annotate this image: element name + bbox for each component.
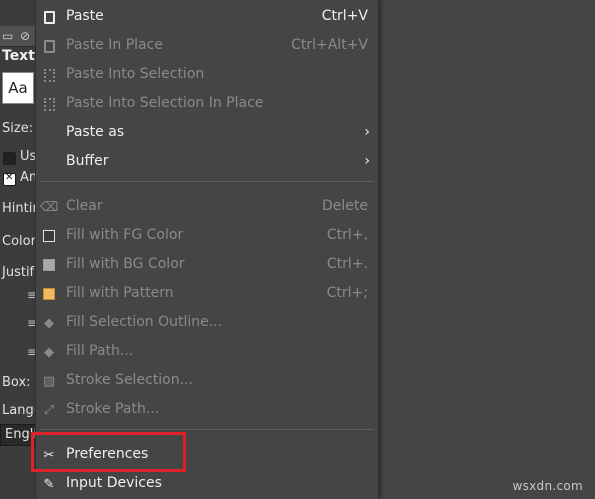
panel-tab-bar[interactable]: ▭ ⊘ <box>0 26 40 47</box>
panel-title: Text <box>2 48 35 64</box>
clipboard-icon <box>41 9 57 25</box>
fg-color-icon <box>41 228 57 244</box>
menu-item-shortcut: Delete <box>322 198 368 214</box>
tool-options-tab-icon[interactable]: ▭ <box>2 29 13 43</box>
menu-item-shortcut: Ctrl+Alt+V <box>291 37 368 53</box>
clipboard-icon <box>41 38 57 54</box>
menu-item-paste-in-place[interactable]: Paste In Place Ctrl+Alt+V <box>36 31 378 60</box>
device-status-tab-icon[interactable]: ⊘ <box>20 29 30 43</box>
menu-item-fill-path[interactable]: ◆ Fill Path... <box>36 337 378 366</box>
menu-item-clear[interactable]: ⌫ Clear Delete <box>36 192 378 221</box>
bucket-icon: ◆ <box>44 344 54 360</box>
menu-item-shortcut: Ctrl+V <box>321 8 368 24</box>
tool-options-panel: ▭ ⊘ Text Aa Size: Us An Hintin Color Jus… <box>0 0 42 499</box>
input-devices-icon: ✎ <box>43 476 55 492</box>
menu-item-fill-bg-color[interactable]: Fill with BG Color Ctrl+. <box>36 250 378 279</box>
stroke-selection-icon: ▨ <box>42 373 56 389</box>
menu-item-paste-into-selection-in-place[interactable]: Paste Into Selection In Place <box>36 89 378 118</box>
menu-item-fill-selection-outline[interactable]: ◆ Fill Selection Outline... <box>36 308 378 337</box>
menu-item-label: Fill with BG Color <box>66 256 185 272</box>
font-preview-button[interactable]: Aa <box>2 72 34 104</box>
menu-item-label: Input Devices <box>66 475 162 491</box>
bucket-icon: ◆ <box>44 315 54 331</box>
menu-item-shortcut: Ctrl+; <box>326 285 368 301</box>
menu-item-label: Clear <box>66 198 103 214</box>
erase-icon: ⌫ <box>39 199 59 215</box>
use-editor-label: Us <box>20 149 37 164</box>
menu-item-stroke-selection[interactable]: ▨ Stroke Selection... <box>36 366 378 395</box>
menu-item-paste-into-selection[interactable]: Paste Into Selection <box>36 60 378 89</box>
menu-item-fill-fg-color[interactable]: Fill with FG Color Ctrl+, <box>36 221 378 250</box>
stroke-path-icon: ⤢ <box>43 402 55 418</box>
menu-item-label: Stroke Selection... <box>66 372 193 388</box>
menu-item-label: Buffer <box>66 153 109 169</box>
menu-item-buffer[interactable]: Buffer › <box>36 147 378 176</box>
menu-item-label: Fill with Pattern <box>66 285 174 301</box>
menu-item-fill-pattern[interactable]: Fill with Pattern Ctrl+; <box>36 279 378 308</box>
menu-item-label: Fill Selection Outline... <box>66 314 223 330</box>
menu-item-label: Paste In Place <box>66 37 163 53</box>
menu-item-shortcut: Ctrl+. <box>326 256 368 272</box>
menu-item-label: Paste <box>66 8 104 24</box>
menu-item-input-devices[interactable]: ✎ Input Devices <box>36 469 378 498</box>
menu-item-label: Paste Into Selection In Place <box>66 95 264 111</box>
submenu-arrow-icon: › <box>364 153 370 169</box>
pattern-icon <box>41 286 57 302</box>
menu-separator <box>40 181 374 182</box>
color-label: Color <box>2 234 36 249</box>
menu-item-label: Fill with FG Color <box>66 227 184 243</box>
menu-item-stroke-path[interactable]: ⤢ Stroke Path... <box>36 395 378 424</box>
antialiasing-checkbox[interactable] <box>3 172 16 186</box>
menu-item-label: Stroke Path... <box>66 401 160 417</box>
menu-separator <box>40 429 374 430</box>
edit-context-menu: Paste Ctrl+V Paste In Place Ctrl+Alt+V P… <box>35 0 379 499</box>
preferences-highlight-annotation <box>31 432 186 472</box>
paste-selection-icon <box>41 96 57 112</box>
submenu-arrow-icon: › <box>364 124 370 140</box>
menu-item-paste-as[interactable]: Paste as › <box>36 118 378 147</box>
watermark: wsxdn.com <box>512 479 583 493</box>
justify-label: Justif <box>2 265 35 280</box>
menu-item-label: Paste as <box>66 124 125 140</box>
size-label: Size: <box>2 121 34 136</box>
menu-item-paste[interactable]: Paste Ctrl+V <box>36 2 378 31</box>
menu-item-shortcut: Ctrl+, <box>326 227 368 243</box>
paste-selection-icon <box>41 67 57 83</box>
menu-item-label: Fill Path... <box>66 343 134 359</box>
use-editor-checkbox[interactable] <box>3 152 16 165</box>
box-label: Box: <box>2 375 31 390</box>
bg-color-icon <box>41 257 57 273</box>
menu-item-label: Paste Into Selection <box>66 66 205 82</box>
